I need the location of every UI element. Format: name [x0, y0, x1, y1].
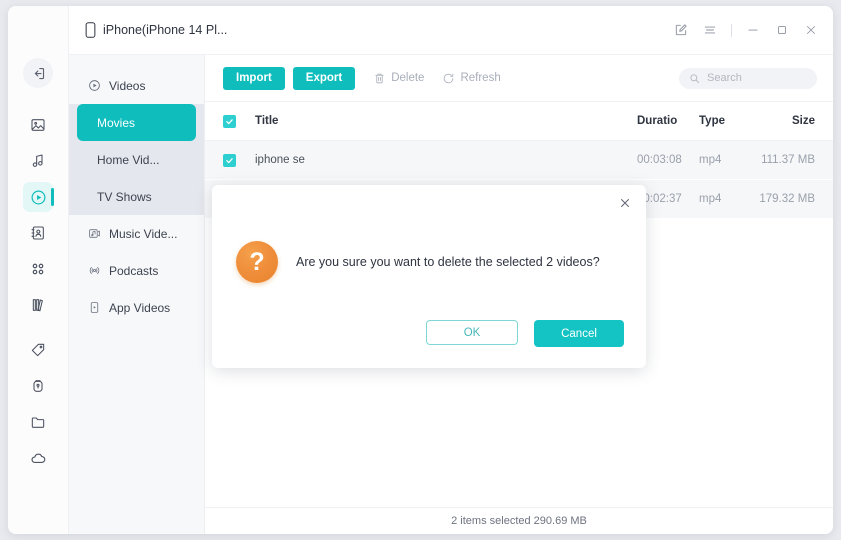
title-bar: iPhone(iPhone 14 Pl... [69, 6, 833, 55]
rail-icon-list [8, 110, 68, 479]
delete-label: Delete [391, 72, 425, 84]
refresh-label: Refresh [460, 72, 501, 84]
app-video-icon [87, 301, 101, 315]
question-icon: ? [236, 241, 278, 283]
cell-type: mp4 [699, 154, 722, 166]
music-icon [30, 153, 46, 169]
search-input[interactable] [705, 71, 807, 85]
rail-item-contacts[interactable] [23, 218, 53, 248]
cell-duration: 00:03:08 [637, 154, 682, 166]
table-row[interactable]: iphone se 00:03:08 mp4 111.37 MB [205, 141, 833, 180]
cell-title: iphone se [255, 154, 305, 166]
sidebar-item-tv-shows[interactable]: TV Shows [69, 178, 204, 215]
close-button[interactable] [803, 22, 819, 38]
sidebar-item-app-videos[interactable]: App Videos [69, 289, 204, 326]
rail-item-photos[interactable] [23, 110, 53, 140]
safe-icon [30, 378, 46, 394]
confirm-delete-dialog: ? Are you sure you want to delete the se… [212, 185, 646, 368]
device-selector[interactable]: iPhone(iPhone 14 Pl... [85, 22, 227, 38]
sidebar-item-label: App Videos [109, 300, 171, 315]
column-header-size[interactable]: Size [747, 115, 815, 127]
search-icon [689, 73, 700, 84]
sidebar-item-home-videos[interactable]: Home Vid... [69, 141, 204, 178]
row-checkbox[interactable] [223, 153, 236, 167]
close-icon [804, 23, 818, 37]
search-box[interactable] [679, 67, 817, 89]
back-button[interactable] [23, 58, 53, 88]
cell-size: 179.32 MB [759, 193, 815, 205]
photos-icon [30, 117, 46, 133]
status-bar: 2 items selected 290.69 MB [205, 507, 833, 534]
rail-item-folder[interactable] [23, 407, 53, 437]
app-root: iPhone(iPhone 14 Pl... Videos Movies Hom… [0, 0, 841, 540]
sidebar-item-music-videos[interactable]: Music Vide... [69, 215, 204, 252]
folder-icon [30, 414, 46, 430]
rail-item-videos[interactable] [23, 182, 54, 212]
column-header-duration[interactable]: Duratio [637, 115, 699, 127]
menu-icon [703, 23, 717, 37]
sidebar-item-label: Music Vide... [109, 226, 178, 241]
sidebar-item-podcasts[interactable]: Podcasts [69, 252, 204, 289]
cell-duration: 00:02:37 [637, 193, 682, 205]
maximize-button[interactable] [774, 22, 790, 38]
sidebar-item-videos[interactable]: Videos [69, 67, 204, 104]
trash-icon [373, 72, 386, 85]
column-header-type[interactable]: Type [699, 115, 747, 127]
dialog-message: Are you sure you want to delete the sele… [296, 255, 600, 269]
menu-button[interactable] [702, 22, 718, 38]
videos-icon [87, 79, 101, 93]
rail-item-books[interactable] [23, 290, 53, 320]
sidebar-item-movies[interactable]: Movies [77, 104, 196, 141]
refresh-button[interactable]: Refresh [442, 72, 501, 85]
videos-icon [30, 189, 47, 206]
icon-rail [8, 6, 69, 534]
rail-item-apps[interactable] [23, 254, 53, 284]
minimize-icon [746, 23, 760, 37]
dialog-body: ? Are you sure you want to delete the se… [212, 185, 646, 283]
sidebar-item-label: Podcasts [109, 263, 159, 278]
export-button[interactable]: Export [292, 66, 356, 90]
window-controls-divider [731, 23, 732, 37]
application-window: iPhone(iPhone 14 Pl... Videos Movies Hom… [8, 6, 833, 534]
tag-icon [30, 342, 46, 358]
back-arrow-icon [31, 66, 46, 81]
cloud-icon [30, 450, 47, 467]
close-icon [618, 196, 632, 210]
import-button[interactable]: Import [223, 66, 285, 90]
phone-icon [85, 22, 96, 38]
cell-size: 111.37 MB [761, 154, 815, 166]
maximize-icon [775, 23, 789, 37]
sidebar-item-label: TV Shows [97, 189, 152, 204]
ok-button[interactable]: OK [426, 320, 518, 345]
music-video-icon [87, 227, 101, 241]
podcast-icon [87, 264, 101, 278]
cell-type: mp4 [699, 193, 722, 205]
rail-item-tag[interactable] [23, 335, 53, 365]
device-label: iPhone(iPhone 14 Pl... [103, 23, 228, 37]
column-header-title[interactable]: Title [236, 115, 637, 127]
dialog-close-button[interactable] [616, 194, 634, 212]
dialog-actions: OK Cancel [426, 320, 624, 347]
contacts-icon [30, 225, 46, 241]
apps-icon [30, 261, 46, 277]
rail-item-cloud[interactable] [23, 443, 53, 473]
table-header-row: Title Duratio Type Size [205, 101, 833, 141]
toolbar: Import Export Delete Refresh Search [205, 55, 833, 101]
sidebar-item-label: Home Vid... [97, 152, 160, 167]
feedback-button[interactable] [673, 22, 689, 38]
refresh-icon [442, 72, 455, 85]
status-text: 2 items selected 290.69 MB [451, 515, 587, 527]
select-all-checkbox[interactable] [223, 114, 236, 128]
delete-button[interactable]: Delete [373, 72, 424, 85]
feedback-icon [674, 23, 688, 37]
cancel-button[interactable]: Cancel [534, 320, 624, 347]
sidebar-item-label: Videos [109, 78, 146, 93]
books-icon [30, 297, 46, 313]
sidebar-item-label: Movies [97, 115, 136, 130]
rail-item-music[interactable] [23, 146, 53, 176]
minimize-button[interactable] [745, 22, 761, 38]
rail-item-safe[interactable] [23, 371, 53, 401]
window-controls [673, 22, 819, 38]
category-sidebar: Videos Movies Home Vid... TV Shows Music… [69, 55, 205, 534]
